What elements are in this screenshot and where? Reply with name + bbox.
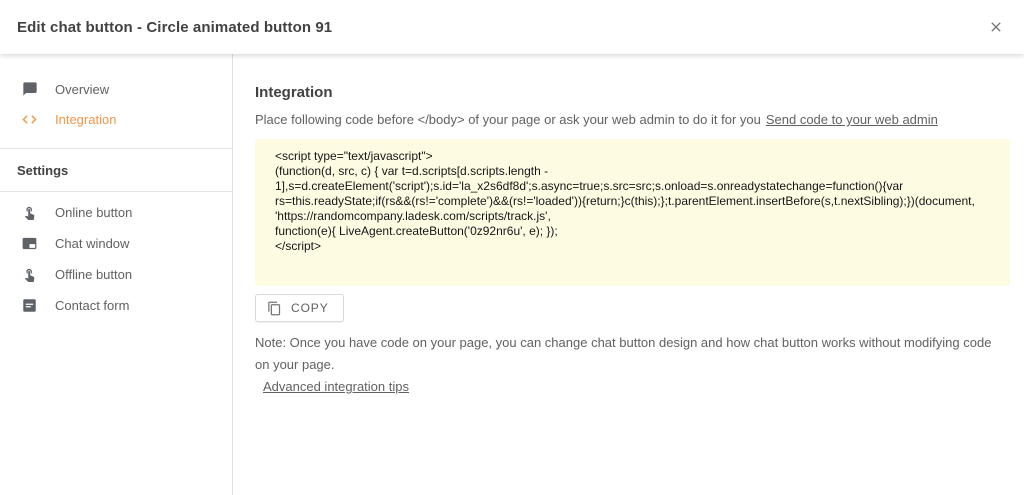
code-line: (function(d, src, c) { var t=d.scripts[d… (275, 164, 990, 179)
integration-code-field[interactable]: <script type="text/javascript"> (functio… (255, 139, 1010, 286)
advanced-integration-tips-link[interactable]: Advanced integration tips (263, 379, 409, 394)
touch-icon (21, 266, 38, 283)
sidebar-item-chat-window[interactable]: Chat window (0, 228, 232, 259)
sidebar-item-overview[interactable]: Overview (0, 74, 232, 104)
sidebar-settings-group: Online button Chat window Offline button… (0, 192, 232, 321)
sidebar-item-label: Integration (55, 112, 116, 127)
close-icon (988, 19, 1004, 35)
page-title: Integration (255, 84, 1010, 101)
instruction-label: Place following code before </body> of y… (255, 112, 761, 127)
sidebar-item-integration[interactable]: Integration (0, 104, 232, 134)
sidebar-item-label: Offline button (55, 267, 132, 282)
copy-icon (267, 301, 282, 316)
code-line: <script type="text/javascript"> (275, 149, 990, 164)
dialog-header: Edit chat button - Circle animated butto… (0, 0, 1024, 54)
dialog-title: Edit chat button - Circle animated butto… (0, 19, 332, 36)
sidebar: Overview Integration Settings Online but… (0, 54, 233, 495)
form-icon (21, 297, 38, 314)
code-line: 'https://randomcompany.ladesk.com/script… (275, 209, 990, 224)
note-text: Note: Once you have code on your page, y… (255, 332, 1000, 376)
touch-icon (21, 204, 38, 221)
sidebar-item-label: Online button (55, 205, 132, 220)
code-line: function(e){ LiveAgent.createButton('0z9… (275, 224, 990, 239)
send-code-link[interactable]: Send code to your web admin (766, 112, 938, 127)
sidebar-section-settings: Settings (0, 149, 232, 191)
code-line: 1],s=d.createElement('script');s.id='la_… (275, 179, 990, 194)
code-line: rs=this.readyState;if(rs&&(rs!='complete… (275, 194, 990, 209)
sidebar-item-online-button[interactable]: Online button (0, 197, 232, 228)
sidebar-item-offline-button[interactable]: Offline button (0, 259, 232, 290)
code-line: </script> (275, 239, 990, 254)
chat-bubble-icon (21, 81, 38, 98)
integration-panel: Integration Place following code before … (234, 54, 1024, 495)
close-button[interactable] (974, 0, 1018, 54)
edit-chat-button-dialog: Edit chat button - Circle animated butto… (0, 0, 1024, 495)
sidebar-item-label: Chat window (55, 236, 129, 251)
sidebar-item-label: Contact form (55, 298, 129, 313)
code-icon (21, 111, 38, 128)
copy-button[interactable]: COPY (255, 294, 344, 322)
sidebar-item-label: Overview (55, 82, 109, 97)
sidebar-item-contact-form[interactable]: Contact form (0, 290, 232, 321)
copy-button-label: COPY (291, 301, 329, 315)
window-icon (21, 235, 38, 252)
instruction-text: Place following code before </body> of y… (255, 111, 1010, 129)
